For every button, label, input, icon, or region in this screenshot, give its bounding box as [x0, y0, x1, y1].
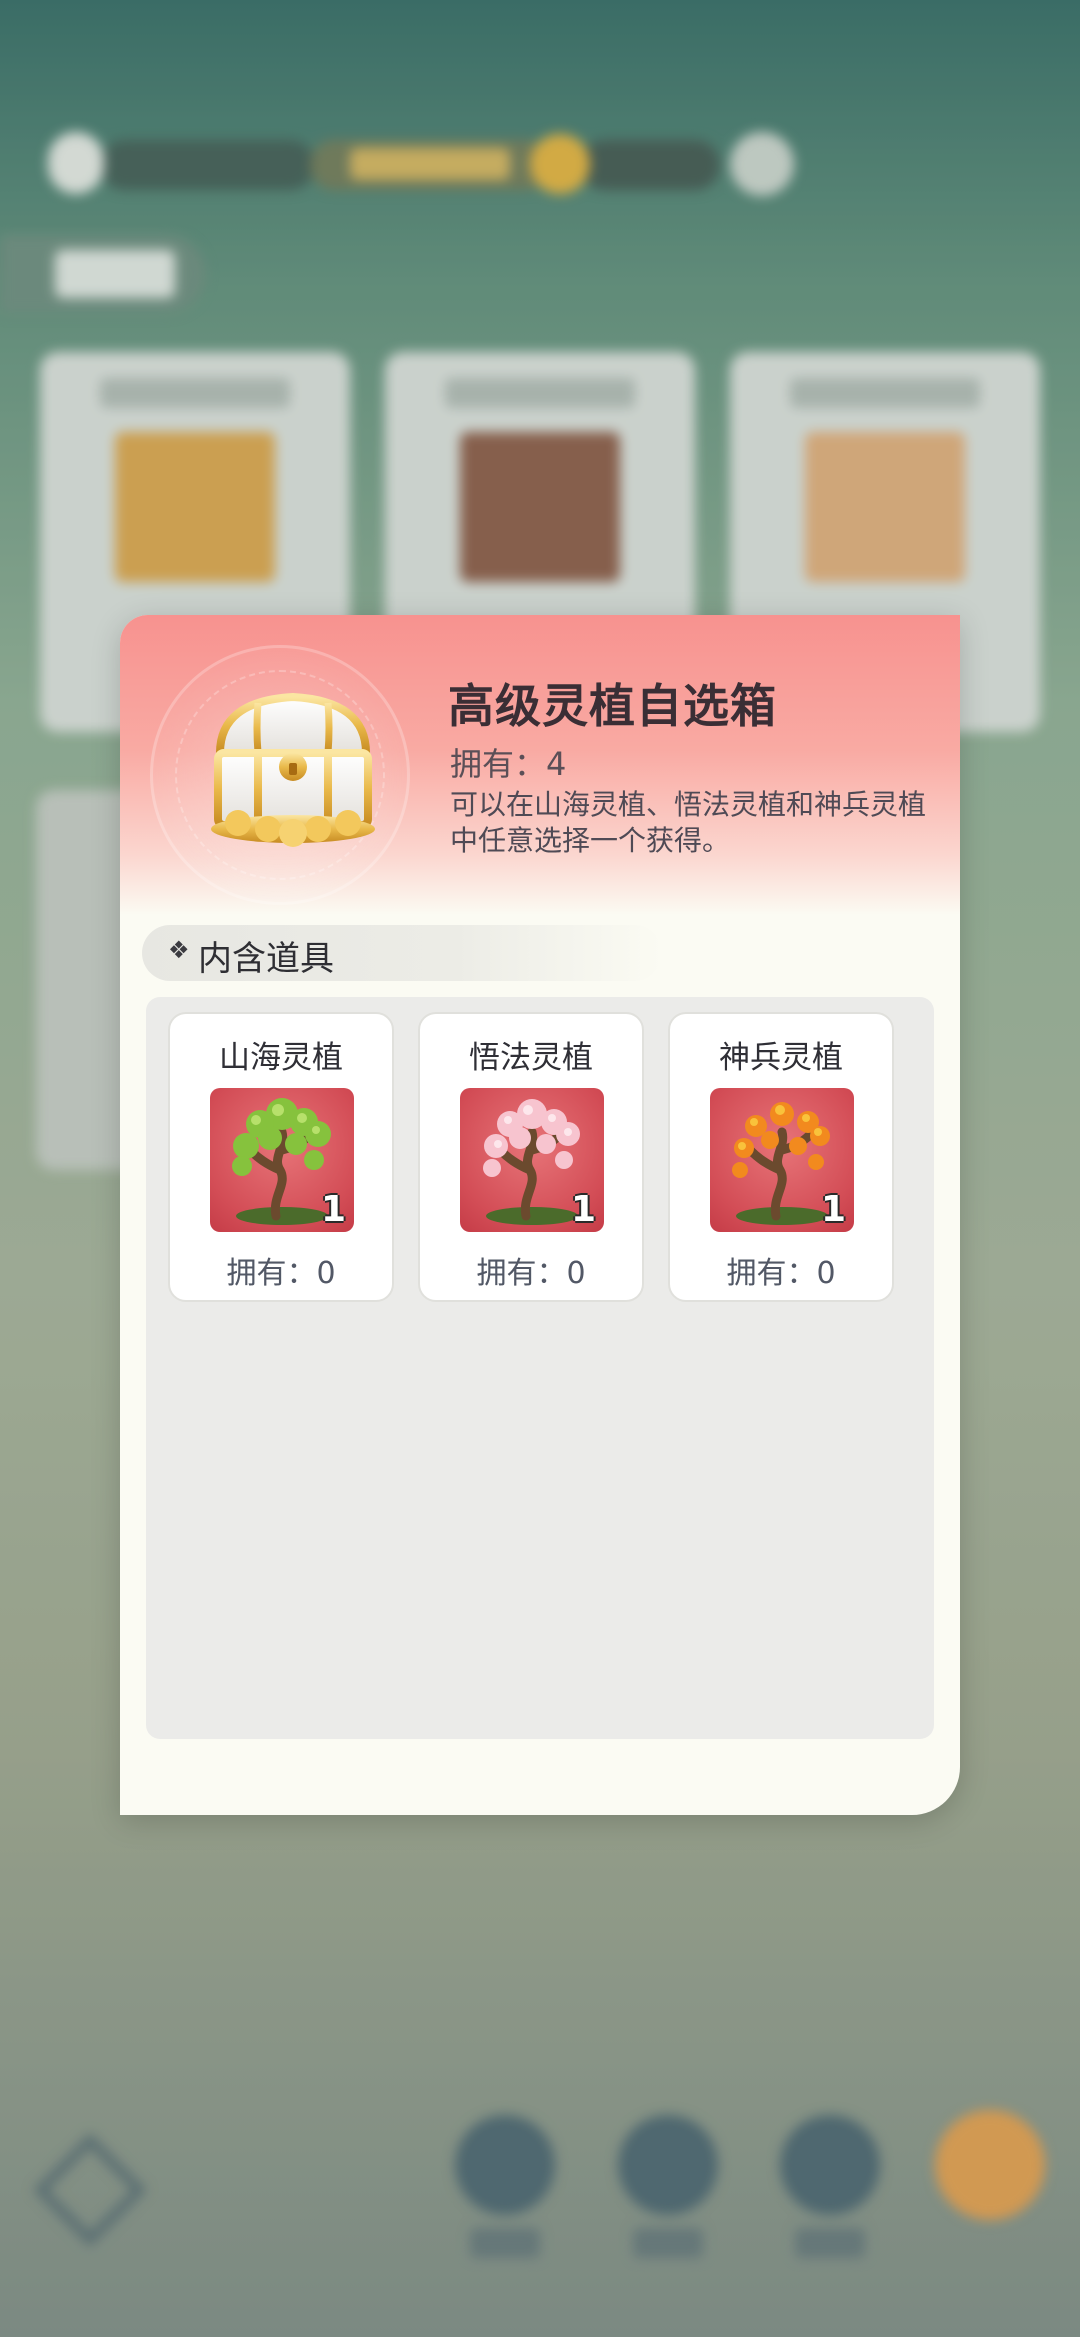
item-tile: 1: [210, 1088, 354, 1232]
item-detail-popup: 高级灵植自选箱 拥有：4 可以在山海灵植、悟法灵植和神兵灵植中任意选择一个获得。…: [120, 615, 960, 1815]
item-owned-count: 拥有：4: [450, 745, 567, 783]
item-description: 可以在山海灵植、悟法灵植和神兵灵植中任意选择一个获得。: [450, 788, 927, 857]
contents-section-header: ❖ 内含道具: [142, 925, 662, 981]
popup-header: 高级灵植自选箱 拥有：4 可以在山海灵植、悟法灵植和神兵灵植中任意选择一个获得。: [120, 615, 960, 915]
item-owned: 拥有：0: [476, 1256, 586, 1291]
item-card-shanhai[interactable]: 山海灵植 1 拥有：0: [168, 1012, 394, 1302]
item-name: 山海灵植: [219, 1040, 343, 1076]
item-owned: 拥有：0: [726, 1256, 836, 1291]
item-quantity: 1: [320, 1189, 346, 1230]
treasure-chest-icon: [211, 692, 375, 847]
item-quantity: 1: [820, 1189, 846, 1230]
item-card-shenbing[interactable]: 神兵灵植 1 拥有：0: [668, 1012, 894, 1302]
sparkle-icon: ❖: [168, 936, 190, 964]
item-name: 悟法灵植: [469, 1040, 593, 1076]
item-quantity: 1: [570, 1189, 596, 1230]
item-tile: 1: [710, 1088, 854, 1232]
item-card-wufa[interactable]: 悟法灵植 1 拥有：0: [418, 1012, 644, 1302]
section-title: 内含道具: [198, 939, 334, 979]
item-name: 神兵灵植: [719, 1040, 843, 1076]
item-tile: 1: [460, 1088, 604, 1232]
item-title: 高级灵植自选箱: [448, 679, 777, 733]
contained-items-list: 山海灵植 1 拥有：0 悟法灵植 1 拥有：0 神兵灵植 1 拥有：0: [146, 997, 934, 1739]
item-owned: 拥有：0: [226, 1256, 336, 1291]
